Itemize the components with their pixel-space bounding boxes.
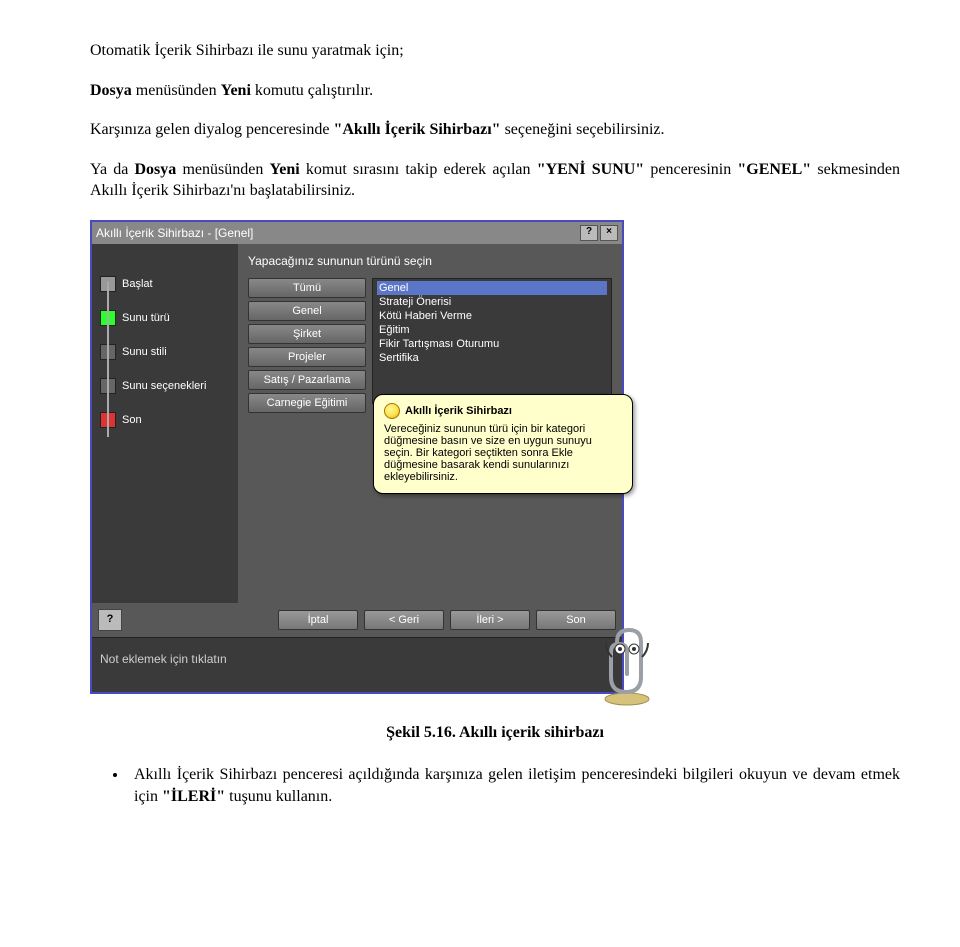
step-options[interactable]: Sunu seçenekleri — [100, 378, 230, 394]
txt: Yeni — [270, 161, 300, 178]
txt: komutu çalıştırılır. — [251, 82, 373, 99]
dialog-title: Akıllı İçerik Sihirbazı - [Genel] — [96, 226, 580, 240]
template-list[interactable]: Genel Strateji Önerisi Kötü Haberi Verme… — [372, 278, 612, 404]
category-projects[interactable]: Projeler — [248, 347, 366, 367]
list-item[interactable]: Genel — [377, 281, 607, 295]
cancel-button[interactable]: İptal — [278, 610, 358, 630]
footer-help-button[interactable]: ? — [98, 609, 122, 631]
assistant-tooltip: Akıllı İçerik Sihirbazı Vereceğiniz sunu… — [373, 394, 633, 494]
tooltip-title: Akıllı İçerik Sihirbazı — [405, 405, 512, 417]
category-company[interactable]: Şirket — [248, 324, 366, 344]
next-button[interactable]: İleri > — [450, 610, 530, 630]
figure-wrapper: Akıllı İçerik Sihirbazı - [Genel] ? × Ba… — [90, 220, 900, 694]
wizard-right: Yapacağınız sununun türünü seçin Tümü Ge… — [238, 244, 622, 603]
list-item[interactable]: Sertifika — [377, 351, 607, 365]
step-label: Sunu türü — [122, 312, 170, 324]
txt: seçeneğini seçebilirsiniz. — [501, 121, 665, 138]
txt: Dosya — [135, 161, 177, 178]
txt: tuşunu kullanın. — [225, 788, 332, 805]
titlebar: Akıllı İçerik Sihirbazı - [Genel] ? × — [92, 222, 622, 244]
bullet-list: Akıllı İçerik Sihirbazı penceresi açıldı… — [128, 764, 900, 807]
txt: komut sırasını takip ederek açılan — [300, 161, 537, 178]
clippy-icon — [592, 627, 662, 707]
close-button[interactable]: × — [600, 225, 618, 241]
txt: menüsünden — [132, 82, 221, 99]
step-label: Son — [122, 414, 142, 426]
step-label: Sunu stili — [122, 346, 167, 358]
txt: "GENEL" — [737, 161, 811, 178]
txt: Karşınıza gelen diyalog penceresinde — [90, 121, 333, 138]
step-type[interactable]: Sunu türü — [100, 310, 230, 326]
txt: menüsünden — [176, 161, 269, 178]
step-track — [107, 282, 109, 437]
category-sales[interactable]: Satış / Pazarlama — [248, 370, 366, 390]
txt-akilli: "Akıllı İçerik Sihirbazı" — [333, 121, 500, 138]
wizard-steps: Başlat Sunu türü Sunu stili Sunu seçenek… — [92, 244, 238, 603]
bullet-item: Akıllı İçerik Sihirbazı penceresi açıldı… — [128, 764, 900, 807]
txt-yeni: Yeni — [221, 82, 251, 99]
tooltip-body: Vereceğiniz sununun türü için bir katego… — [384, 423, 622, 483]
wizard-dialog: Akıllı İçerik Sihirbazı - [Genel] ? × Ba… — [90, 220, 624, 694]
lightbulb-icon — [384, 403, 400, 419]
list-item[interactable]: Strateji Önerisi — [377, 295, 607, 309]
txt-dosya: Dosya — [90, 82, 132, 99]
list-item[interactable]: Fikir Tartışması Oturumu — [377, 337, 607, 351]
paragraph-2: Dosya menüsünden Yeni komutu çalıştırılı… — [90, 80, 900, 102]
notes-area[interactable]: Not eklemek için tıklatın — [92, 637, 622, 692]
txt: Ya da — [90, 161, 135, 178]
list-item[interactable]: Eğitim — [377, 323, 607, 337]
step-label: Başlat — [122, 278, 153, 290]
txt: penceresinin — [644, 161, 737, 178]
wizard-footer: ? İptal < Geri İleri > Son — [92, 603, 622, 637]
list-item[interactable]: Kötü Haberi Verme — [377, 309, 607, 323]
wizard-heading: Yapacağınız sununun türünü seçin — [248, 254, 612, 268]
category-general[interactable]: Genel — [248, 301, 366, 321]
category-all[interactable]: Tümü — [248, 278, 366, 298]
wizard-body: Başlat Sunu türü Sunu stili Sunu seçenek… — [92, 244, 622, 603]
category-carnegie[interactable]: Carnegie Eğitimi — [248, 393, 366, 413]
notes-hint: Not eklemek için tıklatın — [100, 652, 227, 666]
paragraph-intro: Otomatik İçerik Sihirbazı ile sunu yarat… — [90, 40, 900, 62]
back-button[interactable]: < Geri — [364, 610, 444, 630]
figure-caption: Şekil 5.16. Akıllı içerik sihirbazı — [90, 724, 900, 742]
step-label: Sunu seçenekleri — [122, 380, 206, 392]
step-start[interactable]: Başlat — [100, 276, 230, 292]
txt-ileri: "İLERİ" — [162, 788, 225, 805]
category-column: Tümü Genel Şirket Projeler Satış / Pazar… — [248, 278, 366, 413]
step-style[interactable]: Sunu stili — [100, 344, 230, 360]
help-button[interactable]: ? — [580, 225, 598, 241]
paragraph-4: Ya da Dosya menüsünden Yeni komut sırası… — [90, 159, 900, 202]
paragraph-3: Karşınıza gelen diyalog penceresinde "Ak… — [90, 119, 900, 141]
step-end[interactable]: Son — [100, 412, 230, 428]
txt: "YENİ SUNU" — [537, 161, 645, 178]
